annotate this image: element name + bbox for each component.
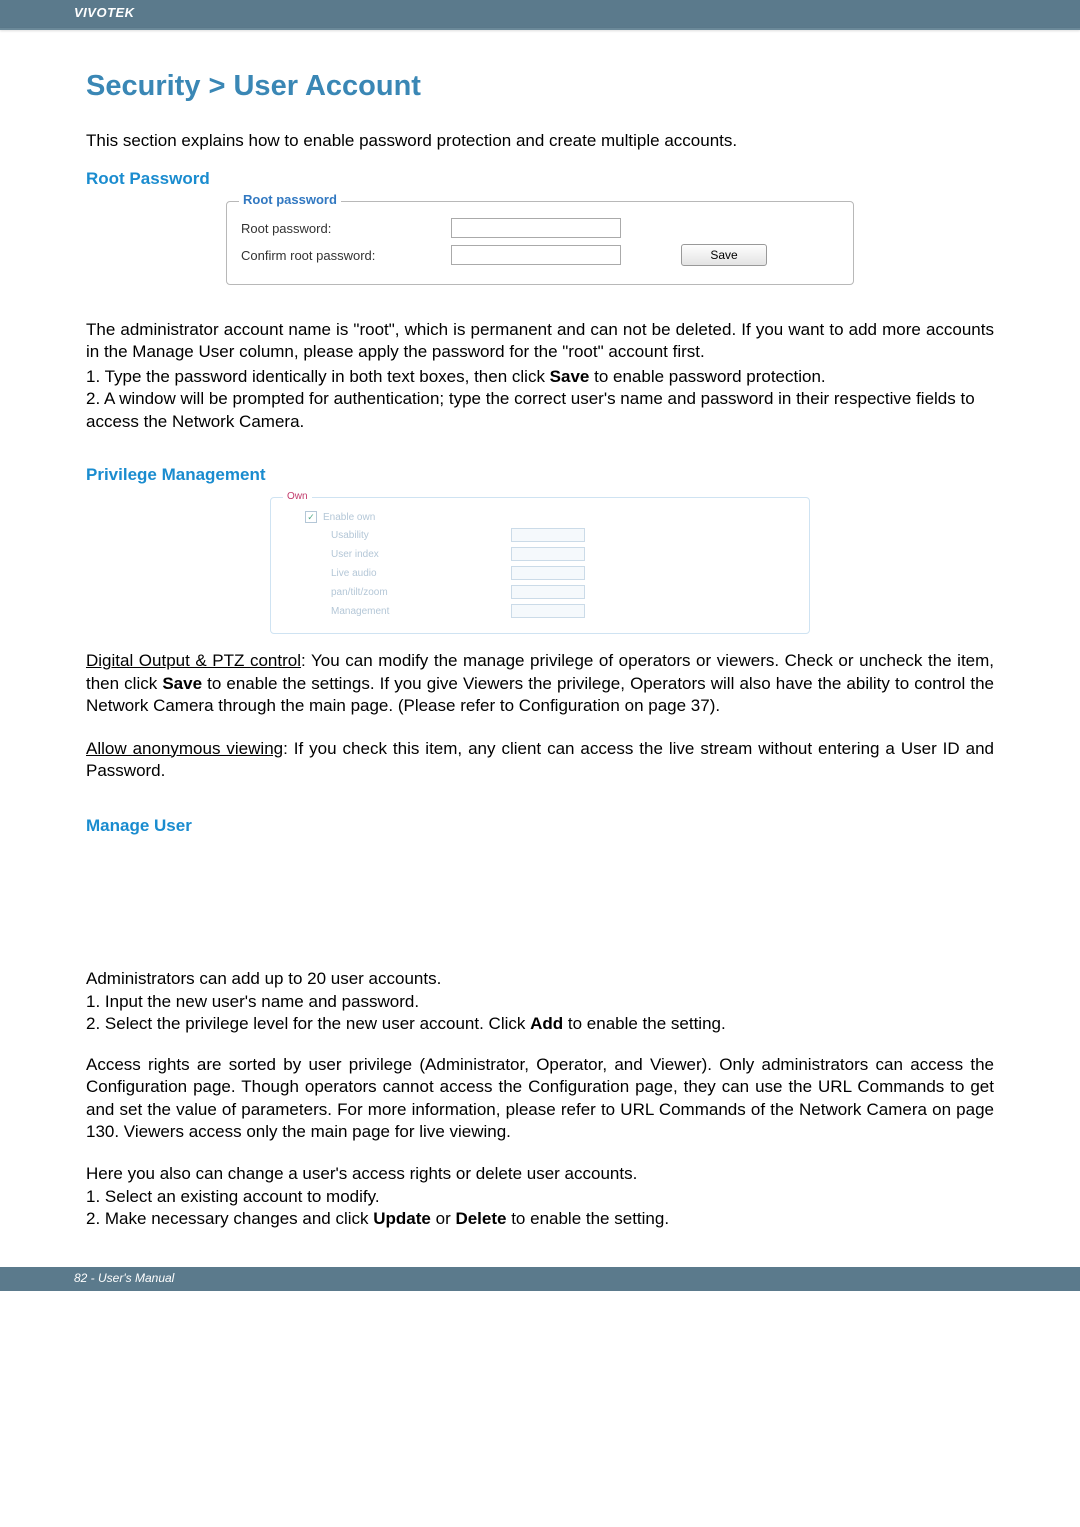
root-step-1: 1. Type the password identically in both… xyxy=(86,366,994,388)
manage-user-p2: Access rights are sorted by user privile… xyxy=(86,1054,994,1144)
root-description-paragraph: The administrator account name is "root"… xyxy=(86,319,994,364)
confirm-root-password-label: Confirm root password: xyxy=(241,248,451,263)
manage-user-step4: 2. Make necessary changes and click Upda… xyxy=(86,1208,994,1230)
manage-user-step2a: 2. Select the privilege level for the ne… xyxy=(86,1014,530,1033)
manage-user-step2: 2. Select the privilege level for the ne… xyxy=(86,1013,994,1035)
enable-own-checkbox[interactable]: ✓ xyxy=(305,511,317,523)
intro-paragraph: This section explains how to enable pass… xyxy=(86,131,994,151)
privilege-management-heading: Privilege Management xyxy=(86,465,994,485)
root-password-heading: Root Password xyxy=(86,169,994,189)
usability-row: Usability xyxy=(331,528,797,542)
header-bar: VIVOTEK xyxy=(0,0,1080,28)
root-step-1a: 1. Type the password identically in both… xyxy=(86,367,550,386)
manage-user-add: Add xyxy=(530,1014,563,1033)
manage-user-step2c: to enable the setting. xyxy=(563,1014,726,1033)
brand-logo: VIVOTEK xyxy=(0,0,1080,20)
pantiltzoom-row: pan/tilt/zoom xyxy=(331,585,797,599)
manage-user-step3: 1. Select an existing account to modify. xyxy=(86,1186,994,1208)
manage-user-heading: Manage User xyxy=(86,816,994,836)
management-dropdown[interactable] xyxy=(511,604,585,618)
management-row: Management xyxy=(331,604,797,618)
digital-output-paragraph: Digital Output & PTZ control: You can mo… xyxy=(86,650,994,717)
manage-user-step4a: 2. Make necessary changes and click xyxy=(86,1209,373,1228)
enable-own-row: ✓ Enable own xyxy=(305,511,797,523)
manage-user-p3: Here you also can change a user's access… xyxy=(86,1163,994,1185)
pantiltzoom-dropdown[interactable] xyxy=(511,585,585,599)
digital-output-label: Digital Output & PTZ control xyxy=(86,651,301,670)
save-button[interactable]: Save xyxy=(681,244,767,266)
root-password-row: Root password: xyxy=(241,218,839,238)
root-password-input[interactable] xyxy=(451,218,621,238)
root-password-panel: Root password Root password: Confirm roo… xyxy=(226,201,854,285)
privilege-panel: Own ✓ Enable own Usability User index Li… xyxy=(270,497,810,634)
user-index-dropdown[interactable] xyxy=(511,547,585,561)
live-audio-label: Live audio xyxy=(331,568,501,579)
manage-user-placeholder xyxy=(86,848,994,968)
manage-user-delete: Delete xyxy=(455,1209,506,1228)
live-audio-row: Live audio xyxy=(331,566,797,580)
footer-bar: 82 - User's Manual xyxy=(0,1267,1080,1291)
live-audio-dropdown[interactable] xyxy=(511,566,585,580)
manage-user-p1: Administrators can add up to 20 user acc… xyxy=(86,968,994,990)
management-label: Management xyxy=(331,606,501,617)
enable-own-label: Enable own xyxy=(323,512,493,523)
manage-user-step4c: or xyxy=(431,1209,456,1228)
root-step-1-save: Save xyxy=(550,367,590,386)
confirm-root-password-input[interactable] xyxy=(451,245,621,265)
footer-page-number: 82 - User's Manual xyxy=(0,1267,1080,1285)
page-title: Security > User Account xyxy=(86,70,994,103)
digital-output-text-b: to enable the settings. If you give View… xyxy=(86,674,994,715)
confirm-root-password-row: Confirm root password: Save xyxy=(241,244,839,266)
digital-output-save: Save xyxy=(162,674,202,693)
user-index-row: User index xyxy=(331,547,797,561)
allow-anonymous-paragraph: Allow anonymous viewing: If you check th… xyxy=(86,738,994,783)
manage-user-step1: 1. Input the new user's name and passwor… xyxy=(86,991,994,1013)
privilege-legend: Own xyxy=(283,491,312,502)
root-step-2: 2. A window will be prompted for authent… xyxy=(86,388,994,433)
allow-anonymous-label: Allow anonymous viewing xyxy=(86,739,283,758)
page-content: Security > User Account This section exp… xyxy=(0,30,1080,1231)
manage-user-step4e: to enable the setting. xyxy=(506,1209,669,1228)
manage-user-update: Update xyxy=(373,1209,431,1228)
root-step-1c: to enable password protection. xyxy=(589,367,825,386)
root-password-label: Root password: xyxy=(241,221,451,236)
user-index-label: User index xyxy=(331,549,501,560)
usability-input[interactable] xyxy=(511,528,585,542)
root-password-legend: Root password xyxy=(239,192,341,207)
usability-label: Usability xyxy=(331,530,501,541)
pantiltzoom-label: pan/tilt/zoom xyxy=(331,587,501,598)
